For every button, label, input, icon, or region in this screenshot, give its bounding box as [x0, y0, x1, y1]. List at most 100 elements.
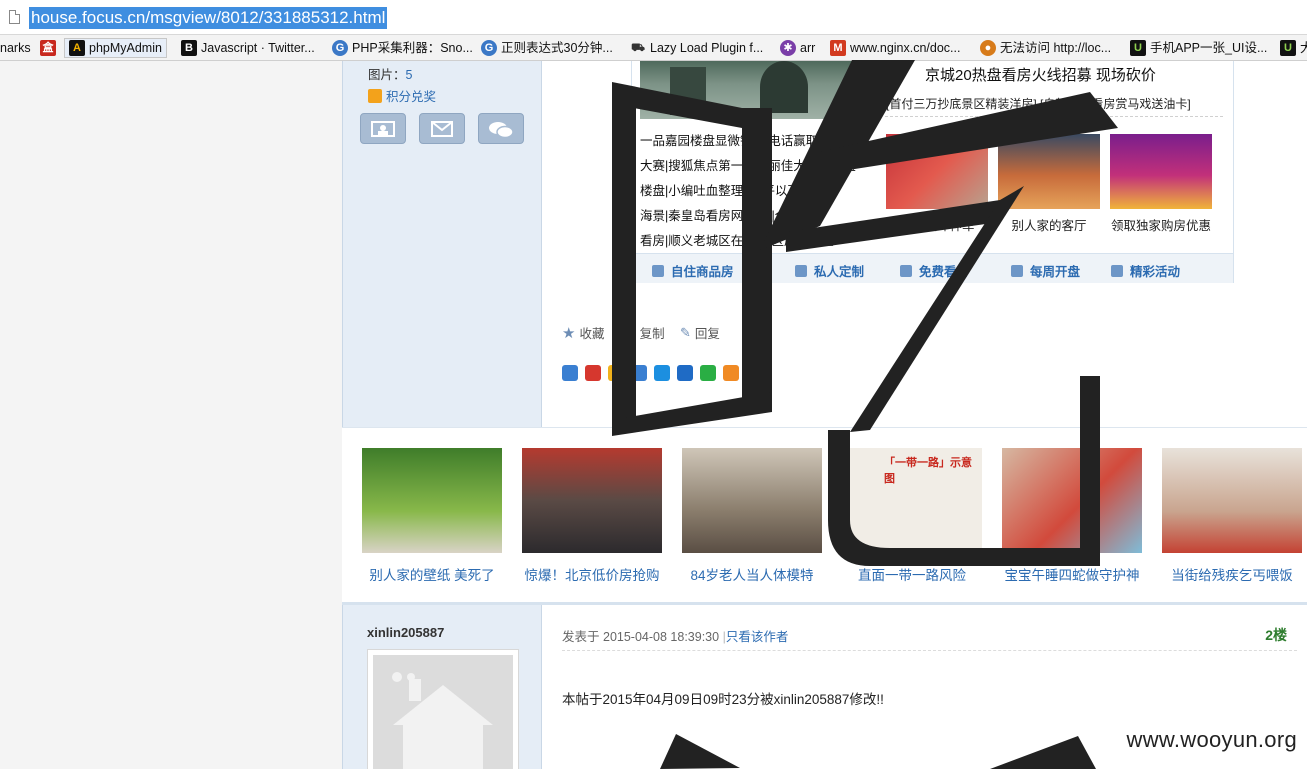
bookmarks-bar: narks 盒 A phpMyAdmin B Javascript · Twit…	[0, 35, 1307, 61]
bookmark-label: www.nginx.cn/doc...	[850, 41, 961, 55]
calendar-icon	[1011, 264, 1023, 277]
bookmark-item[interactable]: U 手机APP一张_UI设...	[1130, 38, 1267, 58]
ad-link[interactable]: 海景|秦皇岛看房网|报名|全包	[640, 204, 866, 229]
bookmark-item[interactable]: G PHP采集利器：Sno...	[332, 38, 473, 58]
gift-icon	[368, 89, 382, 103]
bookmark-label: PHP采集利器：Sno...	[352, 41, 473, 55]
bookmark-item[interactable]: ✱ arr	[780, 38, 815, 58]
ad-tile-caption: 领取独家购房优惠	[1110, 219, 1211, 233]
author-name[interactable]: xinlin205887	[367, 625, 444, 640]
default-avatar-house-icon	[373, 655, 513, 769]
edit-icon: ✎	[680, 324, 691, 340]
copy-button[interactable]: ❐ 复制	[624, 323, 665, 342]
bold-b-icon: B	[181, 40, 197, 56]
floor-number[interactable]: 2楼	[1265, 625, 1287, 645]
share-renren-icon[interactable]	[631, 365, 647, 381]
copy-icon: ❐	[624, 324, 636, 340]
image-count-value: 5	[405, 68, 413, 82]
points-exchange-link[interactable]: 积分兑奖	[368, 86, 436, 105]
divider	[562, 650, 1297, 651]
bookmark-item[interactable]: narks	[0, 38, 31, 58]
bookmark-item-phpmyadmin[interactable]: A phpMyAdmin	[64, 38, 167, 58]
ad-tile[interactable]: 别人家的客厅	[998, 134, 1100, 234]
only-author-link[interactable]: 只看该作者	[726, 630, 789, 644]
share-a-icon[interactable]	[677, 365, 693, 381]
tab-weekly-opening[interactable]: 每周开盘	[1011, 261, 1080, 280]
tab-self-housing[interactable]: 自住商品房	[652, 261, 734, 280]
ad-tile-image	[998, 134, 1100, 209]
car-icon: ⛟	[631, 42, 645, 54]
favorite-button[interactable]: ★ 收藏	[562, 323, 604, 342]
tab-activities[interactable]: 精彩活动	[1111, 261, 1180, 280]
reply-button[interactable]: ✎ 回复	[680, 323, 720, 342]
tab-label: 每周开盘	[1030, 265, 1081, 279]
bookmark-item[interactable]: B Javascript · Twitter...	[181, 38, 315, 58]
strip-image	[1162, 448, 1302, 553]
bookmark-label: 大	[1300, 38, 1307, 58]
share-flower-icon[interactable]	[723, 365, 739, 381]
image-strip: 别人家的壁纸 美死了 惊爆！北京低价房抢购 84岁老人当人体模特 「一带一路」示…	[342, 427, 1307, 605]
ad-photo[interactable]	[640, 61, 860, 119]
strip-caption: 惊爆！北京低价房抢购	[524, 568, 660, 583]
strip-image	[1002, 448, 1142, 553]
ui-icon: U	[1130, 40, 1146, 56]
strip-item[interactable]: 宝宝午睡四蛇做守护神	[1002, 448, 1142, 584]
posted-prefix: 发表于	[562, 630, 600, 644]
bookmark-item[interactable]: 盒	[40, 38, 60, 58]
bookmark-item[interactable]: ● 无法访问 http://loc...	[980, 38, 1111, 58]
bookmark-label: Javascript · Twitter...	[201, 41, 315, 55]
ad-tile[interactable]: 野狗咬坏神车	[886, 134, 988, 234]
post-body: 本帖于2015年04月09日09时23分被xinlin205887修改!!	[562, 692, 884, 707]
strip-caption: 宝宝午睡四蛇做守护神	[1004, 568, 1140, 583]
bookmark-item[interactable]: U 大	[1280, 38, 1307, 58]
tab-label: 自住商品房	[671, 265, 734, 279]
ad-headline[interactable]: 京城20热盘看房火线招募 现场砍价	[925, 64, 1156, 85]
tab-free-viewing[interactable]: 免费看房	[900, 261, 969, 280]
divider	[885, 116, 1223, 117]
star-icon: ★	[562, 324, 576, 342]
globe-icon: G	[481, 40, 497, 56]
chat-icon	[1111, 264, 1123, 277]
strip-item[interactable]: 「一带一路」示意图 直面一带一路风险	[842, 448, 982, 584]
bookmark-label: Lazy Load Plugin f...	[650, 41, 764, 55]
share-star-icon[interactable]	[608, 365, 624, 381]
strip-tile-title: 「一带一路」示意图	[884, 457, 972, 485]
ad-subline[interactable]: [首付三万抄底景区精装洋房] [自驾香河看房赏马戏送油卡]	[886, 95, 1191, 112]
share-wechat-icon[interactable]	[700, 365, 716, 381]
bug-icon: ✱	[780, 40, 796, 56]
page-content: 图片：5 积分兑奖 京城20热盘看房火线招募 现场砍价 [首付三万抄底景区精装洋…	[0, 61, 1307, 769]
chat-button[interactable]	[478, 113, 524, 144]
share-plus-icon[interactable]	[562, 365, 578, 381]
ad-link[interactable]: 看房|顺义老城区在|铁学区房配套全	[640, 229, 866, 254]
image-count: 图片：5	[368, 64, 412, 83]
tab-custom[interactable]: 私人定制	[795, 261, 864, 280]
url-text[interactable]: house.focus.cn/msgview/8012/331885312.ht…	[29, 7, 388, 29]
ad-link[interactable]: 楼盘|小编吐血整理|万/平以下楼盘	[640, 179, 866, 204]
bookmark-item[interactable]: G 正则表达式30分钟...	[481, 38, 613, 58]
ad-tile[interactable]: 领取独家购房优惠	[1110, 134, 1212, 234]
avatar[interactable]	[367, 649, 519, 769]
profile-button[interactable]	[360, 113, 406, 144]
address-bar[interactable]: house.focus.cn/msgview/8012/331885312.ht…	[0, 0, 1307, 35]
ad-link[interactable]: 一品嘉园楼盘显微镜|打电话赢取大奖	[640, 129, 866, 154]
points-exchange-label: 积分兑奖	[386, 90, 437, 104]
bookmark-item[interactable]: ⛟ Lazy Load Plugin f...	[630, 38, 763, 58]
message-button[interactable]	[419, 113, 465, 144]
strip-item[interactable]: 别人家的壁纸 美死了	[362, 448, 502, 584]
strip-caption: 84岁老人当人体模特	[690, 568, 814, 583]
red-box-icon: 盒	[40, 40, 56, 56]
strip-item[interactable]: 当街给残疾乞丐喂饭	[1162, 448, 1302, 584]
bookmark-item[interactable]: M www.nginx.cn/doc...	[830, 38, 960, 58]
strip-caption: 别人家的壁纸 美死了	[369, 568, 495, 583]
bookmark-label: 手机APP一张_UI设...	[1150, 41, 1268, 55]
strip-item[interactable]: 84岁老人当人体模特	[682, 448, 822, 584]
share-weibo-icon[interactable]	[585, 365, 601, 381]
sun-icon: ●	[980, 40, 996, 56]
ad-link[interactable]: 大赛|搜狐焦点第一届美丽佳大赛报名啦	[640, 154, 866, 179]
strip-item[interactable]: 惊爆！北京低价房抢购	[522, 448, 662, 584]
share-p-icon[interactable]	[654, 365, 670, 381]
id-card-icon	[371, 121, 395, 137]
tab-label: 私人定制	[814, 265, 865, 279]
copy-label: 复制	[639, 327, 665, 341]
post-meta: 发表于 2015-04-08 18:39:30 |只看该作者	[562, 630, 789, 644]
